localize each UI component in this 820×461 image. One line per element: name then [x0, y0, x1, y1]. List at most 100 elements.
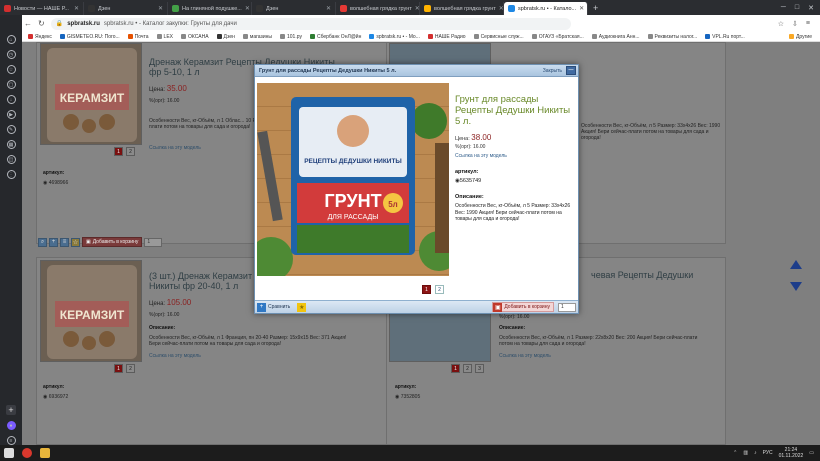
- page-button-1[interactable]: 1: [451, 364, 460, 373]
- clock[interactable]: 21:24 01.11.2022: [779, 447, 804, 459]
- volume-icon[interactable]: ♪: [754, 450, 757, 456]
- close-window-icon[interactable]: ✕: [808, 4, 814, 12]
- quantity-select[interactable]: 1: [558, 302, 576, 312]
- bookmark-icon: [127, 34, 133, 39]
- other-bookmarks-folder[interactable]: Другие: [788, 34, 820, 40]
- gallery-icon[interactable]: ▦: [6, 140, 16, 149]
- language-indicator[interactable]: РУС: [763, 450, 773, 456]
- bookmark-item[interactable]: НАШЕ Радио: [427, 34, 466, 40]
- browser-tab[interactable]: Дзен ✕: [84, 2, 168, 15]
- package-sub-text: ДЛЯ РАССАДЫ: [328, 214, 379, 221]
- photo-page-2[interactable]: 2: [435, 285, 444, 294]
- page-button-1[interactable]: 1: [114, 147, 123, 156]
- bookmark-item[interactable]: VPL.Ru порт...: [705, 34, 745, 40]
- compare-icon[interactable]: +: [49, 237, 58, 247]
- bookmark-item[interactable]: Дзен: [216, 34, 235, 40]
- browser-tab-strip: Новости — НАШЕ Р... ✕ Дзен ✕ На глиняной п…: [0, 0, 820, 15]
- reload-icon[interactable]: ↻: [38, 19, 45, 28]
- browser-tab-active[interactable]: spbratsk.ru • - Катало... ✕: [504, 2, 588, 15]
- bookmark-item[interactable]: Яндекс: [28, 34, 52, 40]
- browser-tab[interactable]: Дзен ✕: [252, 2, 336, 15]
- card-toolbar: ⌕ + ≡ ☆ ▣ Добавить в корзину 1: [38, 236, 163, 248]
- add-to-cart-button[interactable]: ▣ Добавить в корзину: [492, 302, 554, 312]
- bookmark-item[interactable]: Почта: [127, 34, 149, 40]
- new-tab-button[interactable]: +: [588, 3, 603, 13]
- product-photo[interactable]: КЕРАМЗИТ: [40, 43, 142, 145]
- history-icon[interactable]: ◷: [6, 50, 16, 59]
- browser-tab[interactable]: волшебная грядка грунт ✕: [336, 2, 420, 15]
- compare-button[interactable]: + Сравнить: [257, 302, 293, 312]
- page-button-3[interactable]: 3: [475, 364, 484, 373]
- file-explorer-icon[interactable]: [40, 448, 50, 458]
- url-field[interactable]: 🔒 spbratsk.ru spbratsk.ru • - Каталог за…: [50, 17, 571, 30]
- model-link[interactable]: Ссылка на эту модель: [149, 145, 201, 151]
- keramzit-package-image: КЕРАМЗИТ: [47, 48, 137, 142]
- notifications-icon[interactable]: ▭: [809, 450, 814, 456]
- photo-page-1[interactable]: 1: [422, 285, 431, 294]
- minimize-icon[interactable]: ─: [566, 66, 576, 75]
- favorite-star-icon[interactable]: ★: [297, 302, 307, 312]
- tab-favicon: [340, 5, 347, 12]
- bookmark-item[interactable]: 101.ру: [279, 34, 302, 40]
- minimize-icon[interactable]: ─: [781, 4, 786, 12]
- maximize-icon[interactable]: □: [795, 4, 799, 12]
- close-icon[interactable]: ✕: [326, 5, 331, 12]
- bookmark-item[interactable]: магазины: [242, 34, 272, 40]
- page-button-2[interactable]: 2: [463, 364, 472, 373]
- back-icon[interactable]: ←: [24, 19, 32, 28]
- downloads-icon[interactable]: ↓: [6, 95, 16, 104]
- notes-icon[interactable]: ✎: [6, 125, 16, 134]
- browser-tab[interactable]: На глиняной подушке... ✕: [168, 2, 252, 15]
- close-icon[interactable]: ✕: [158, 5, 163, 12]
- network-icon[interactable]: ▥: [743, 450, 748, 456]
- add-to-cart-button[interactable]: ▣ Добавить в корзину: [82, 237, 143, 247]
- close-link[interactable]: Закрыть: [543, 68, 562, 74]
- model-link[interactable]: Ссылка на эту модель: [499, 353, 551, 359]
- menu-icon[interactable]: ≡: [806, 20, 810, 28]
- bookmark-item[interactable]: Реквизиты налог...: [647, 34, 697, 40]
- bookmark-item[interactable]: Аудиокнига Анн...: [591, 34, 640, 40]
- page-button-1[interactable]: 1: [114, 364, 123, 373]
- tab-favicon: [508, 5, 515, 12]
- bookmark-item[interactable]: GISMETEO.RU: Пого...: [59, 34, 120, 40]
- bookmark-item[interactable]: spbratsk.ru • - Мо...: [369, 34, 420, 40]
- downloads-icon[interactable]: ⇩: [792, 20, 798, 28]
- bookmark-item[interactable]: Сервисные служ...: [473, 34, 524, 40]
- quantity-select[interactable]: 1: [144, 237, 163, 247]
- star-icon[interactable]: ☆: [71, 237, 80, 247]
- bookmark-item[interactable]: ОГАУЗ «Братская...: [531, 34, 584, 40]
- product-title[interactable]: чевая Рецепты Дедушки: [591, 270, 721, 280]
- start-icon[interactable]: [4, 448, 14, 458]
- scroll-up-arrow[interactable]: [790, 260, 802, 269]
- collections-icon[interactable]: ◫: [6, 155, 16, 164]
- close-icon[interactable]: ✕: [245, 5, 250, 12]
- model-link[interactable]: Ссылка на эту модель: [455, 153, 507, 159]
- product-photo[interactable]: РЕЦЕПТЫ ДЕДУШКИ НИКИТЫ ГРУНТ ДЛЯ РАССАДЫ…: [257, 83, 449, 276]
- scroll-down-arrow[interactable]: [790, 282, 802, 291]
- list-icon[interactable]: ≡: [60, 237, 69, 247]
- tabs-icon[interactable]: ▢: [6, 80, 16, 89]
- chevron-up-icon[interactable]: ⌃: [733, 450, 737, 456]
- zoom-icon[interactable]: ⌕: [38, 237, 47, 247]
- apps-icon[interactable]: ⋮: [6, 170, 16, 179]
- bookmarks-icon[interactable]: ☆: [6, 65, 16, 74]
- browser-tab[interactable]: волшебная грядка грунт ✕: [420, 2, 504, 15]
- bookmark-star-icon[interactable]: ☆: [778, 20, 784, 28]
- bookmark-item[interactable]: ОКСАНА: [181, 34, 209, 40]
- close-icon[interactable]: ✕: [74, 5, 79, 12]
- play-icon[interactable]: ▶: [6, 110, 16, 119]
- page-button-2[interactable]: 2: [126, 147, 135, 156]
- browser-tab[interactable]: Новости — НАШЕ Р... ✕: [0, 2, 84, 15]
- bookmark-item[interactable]: Сбербанк ОнЛ@йн: [309, 34, 361, 40]
- page-button-2[interactable]: 2: [126, 364, 135, 373]
- home-icon[interactable]: ⌂: [6, 35, 16, 44]
- yandex-browser-icon[interactable]: [22, 448, 32, 458]
- bookmark-item[interactable]: LEX: [156, 34, 173, 40]
- sidebar-settings-icon[interactable]: ≡: [6, 436, 16, 445]
- add-panel-button[interactable]: +: [6, 405, 16, 415]
- close-icon[interactable]: ✕: [579, 5, 584, 12]
- product-photo[interactable]: КЕРАМЗИТ: [40, 260, 142, 362]
- product-description: Особенности Вес, кг-Объём, л 5 Размер: 3…: [455, 203, 571, 222]
- model-link[interactable]: Ссылка на эту модель: [149, 353, 201, 359]
- alice-assistant-icon[interactable]: ●: [6, 421, 16, 430]
